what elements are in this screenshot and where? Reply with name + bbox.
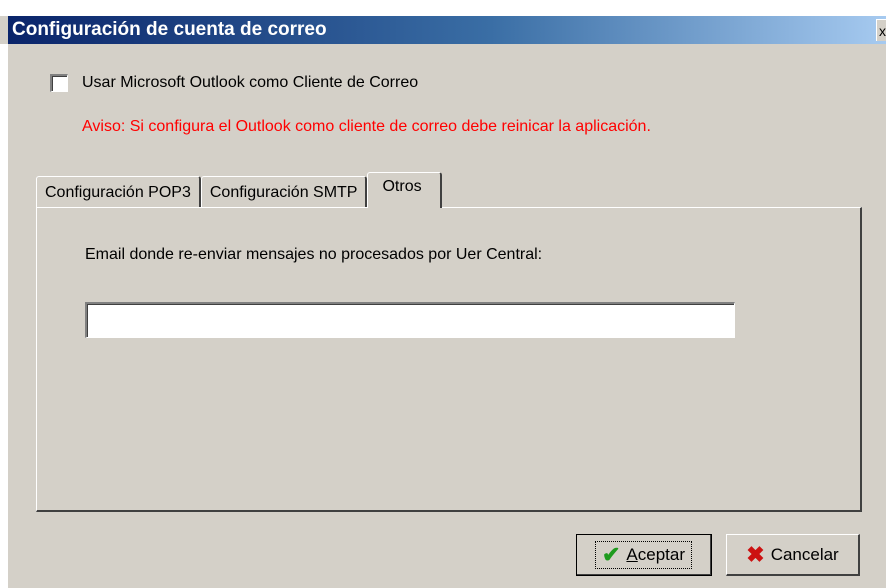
accept-button-focus: ✔ Aceptar [594,540,693,569]
top-margin [0,0,886,16]
outlook-checkbox[interactable] [50,74,68,92]
accept-button-label: Aceptar [626,544,686,564]
tab-pop3[interactable]: Configuración POP3 [36,176,201,208]
tab-panel-otros: Email donde re-enviar mensajes no proces… [36,207,862,512]
checkmark-icon: ✔ [601,541,621,567]
left-margin [0,44,8,588]
close-icon[interactable]: x [876,19,886,41]
x-icon: ✖ [746,541,765,567]
tab-smtp[interactable]: Configuración SMTP [200,176,368,208]
window-title: Configuración de cuenta de correo [12,19,327,40]
tab-otros[interactable]: Otros [367,172,442,208]
warning-message: Aviso: Si configura el Outlook como clie… [82,118,651,135]
cancel-button-label: Cancelar [770,544,839,564]
accept-button[interactable]: ✔ Aceptar [576,534,712,576]
config-dialog: Configuración de cuenta de correo x Usar… [0,0,886,588]
title-bar[interactable]: Configuración de cuenta de correo x [8,16,886,44]
tab-strip: Configuración POP3 Configuración SMTP Ot… [36,172,442,208]
email-field[interactable] [85,302,735,338]
cancel-button[interactable]: ✖ Cancelar [726,534,860,576]
email-field-label: Email donde re-enviar mensajes no proces… [85,246,543,263]
outlook-option-row[interactable]: Usar Microsoft Outlook como Cliente de C… [50,74,418,92]
outlook-checkbox-label[interactable]: Usar Microsoft Outlook como Cliente de C… [82,74,418,92]
